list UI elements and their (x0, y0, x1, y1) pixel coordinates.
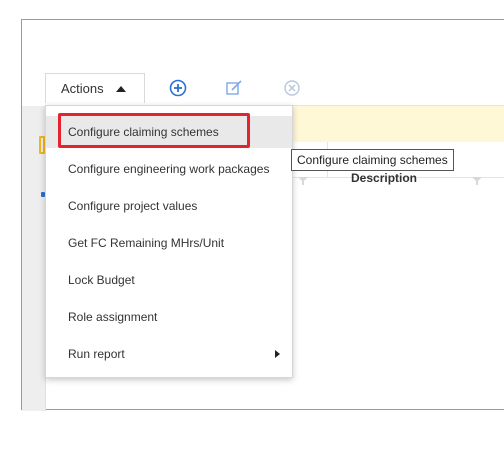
menu-item-run-report[interactable]: Run report (46, 338, 292, 370)
menu-item-configure-claiming-schemes[interactable]: Configure claiming schemes (46, 116, 292, 148)
actions-dropdown-menu: Configure claiming schemes Configure eng… (45, 105, 293, 378)
chevron-right-icon (275, 350, 280, 358)
edit-icon[interactable] (225, 79, 243, 97)
add-circle-icon[interactable] (169, 79, 187, 97)
actions-button[interactable]: Actions (45, 73, 145, 103)
menu-item-get-fc-remaining[interactable]: Get FC Remaining MHrs/Unit (46, 227, 292, 259)
menu-item-lock-budget[interactable]: Lock Budget (46, 264, 292, 296)
filter-icon-2[interactable] (472, 176, 482, 186)
toolbar: Actions (45, 66, 504, 106)
column-header-description[interactable]: Description (351, 171, 417, 185)
menu-item-configure-project-values[interactable]: Configure project values (46, 190, 292, 222)
menu-item-role-assignment[interactable]: Role assignment (46, 301, 292, 333)
actions-label: Actions (61, 81, 104, 96)
tooltip: Configure claiming schemes (291, 149, 454, 171)
caret-up-icon (115, 85, 126, 92)
filter-icon[interactable] (298, 176, 308, 186)
menu-item-configure-engineering-work-packages[interactable]: Configure engineering work packages (46, 153, 292, 185)
cancel-circle-icon[interactable] (283, 79, 301, 97)
